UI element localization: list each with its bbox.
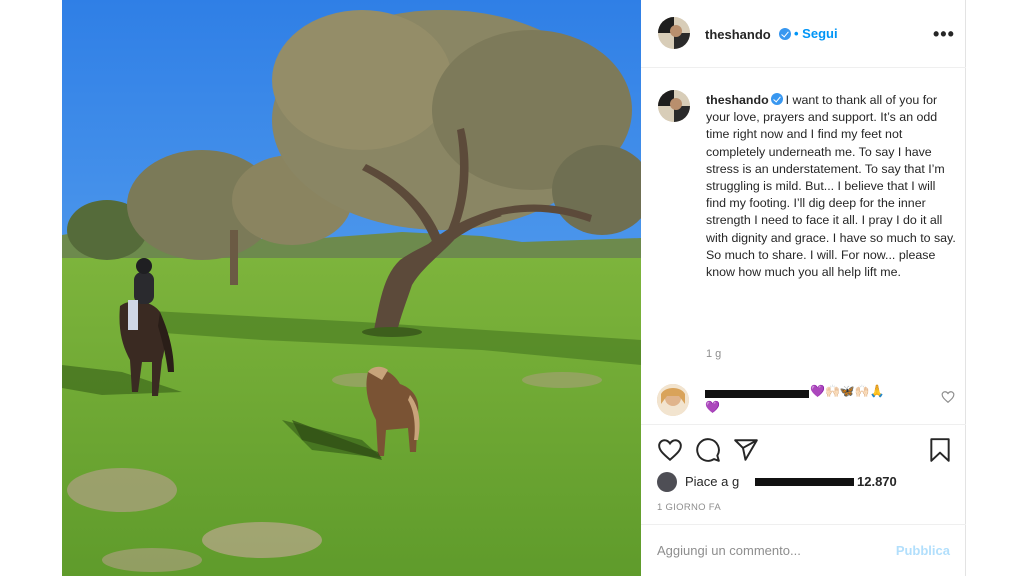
comment-text: 💜🙌🏻🦋🙌🏻🙏 bbox=[810, 384, 885, 398]
caption-timestamp[interactable]: 1 g bbox=[706, 348, 721, 360]
comment-icon[interactable] bbox=[695, 437, 721, 463]
post-caption: theshando I want to thank all of you for … bbox=[706, 92, 958, 281]
post-photo[interactable] bbox=[62, 0, 641, 576]
follow-button[interactable]: • Segui bbox=[794, 26, 838, 41]
author-username[interactable]: theshando bbox=[705, 27, 771, 42]
heart-icon[interactable] bbox=[657, 437, 683, 463]
bookmark-icon[interactable] bbox=[927, 437, 953, 463]
comment-item: 💜🙌🏻🦋🙌🏻🙏 💜 bbox=[657, 384, 957, 424]
follow-label: Segui bbox=[802, 26, 838, 41]
redacted-username bbox=[705, 390, 809, 398]
likes-summary[interactable]: Piace a g 12.870 bbox=[657, 470, 957, 492]
post-side-panel: theshando • Segui ••• theshando I want to… bbox=[641, 0, 966, 576]
likes-prefix: Piace a g bbox=[685, 474, 740, 489]
publish-button[interactable]: Pubblica bbox=[896, 543, 950, 558]
verified-badge-icon bbox=[779, 28, 791, 40]
comment-like-heart-icon[interactable] bbox=[941, 390, 955, 404]
avatar-image bbox=[657, 384, 689, 416]
liker-avatar bbox=[657, 472, 677, 492]
post-header: theshando • Segui ••• bbox=[641, 0, 966, 68]
more-options-icon[interactable]: ••• bbox=[933, 24, 955, 45]
avatar-image bbox=[658, 17, 690, 49]
commenter-avatar[interactable] bbox=[657, 384, 689, 416]
comment-input[interactable]: Aggiungi un commento... bbox=[657, 543, 801, 558]
caption-avatar[interactable] bbox=[658, 90, 690, 122]
post-date[interactable]: 1 GIORNO FA bbox=[657, 502, 721, 513]
verified-badge-icon bbox=[770, 93, 783, 105]
add-comment-bar: Aggiungi un commento... Pubblica bbox=[641, 524, 966, 576]
author-avatar[interactable] bbox=[658, 17, 690, 49]
likes-count: 12.870 bbox=[857, 474, 897, 489]
caption-text: I want to thank all of you for your love… bbox=[706, 93, 956, 280]
comment-text-line2: 💜 bbox=[705, 400, 720, 414]
post-photo-image bbox=[62, 0, 641, 576]
avatar-image bbox=[658, 90, 690, 122]
caption-username[interactable]: theshando bbox=[706, 93, 769, 107]
share-icon[interactable] bbox=[733, 437, 759, 463]
redacted-liker bbox=[755, 478, 854, 486]
action-bar bbox=[641, 424, 966, 472]
